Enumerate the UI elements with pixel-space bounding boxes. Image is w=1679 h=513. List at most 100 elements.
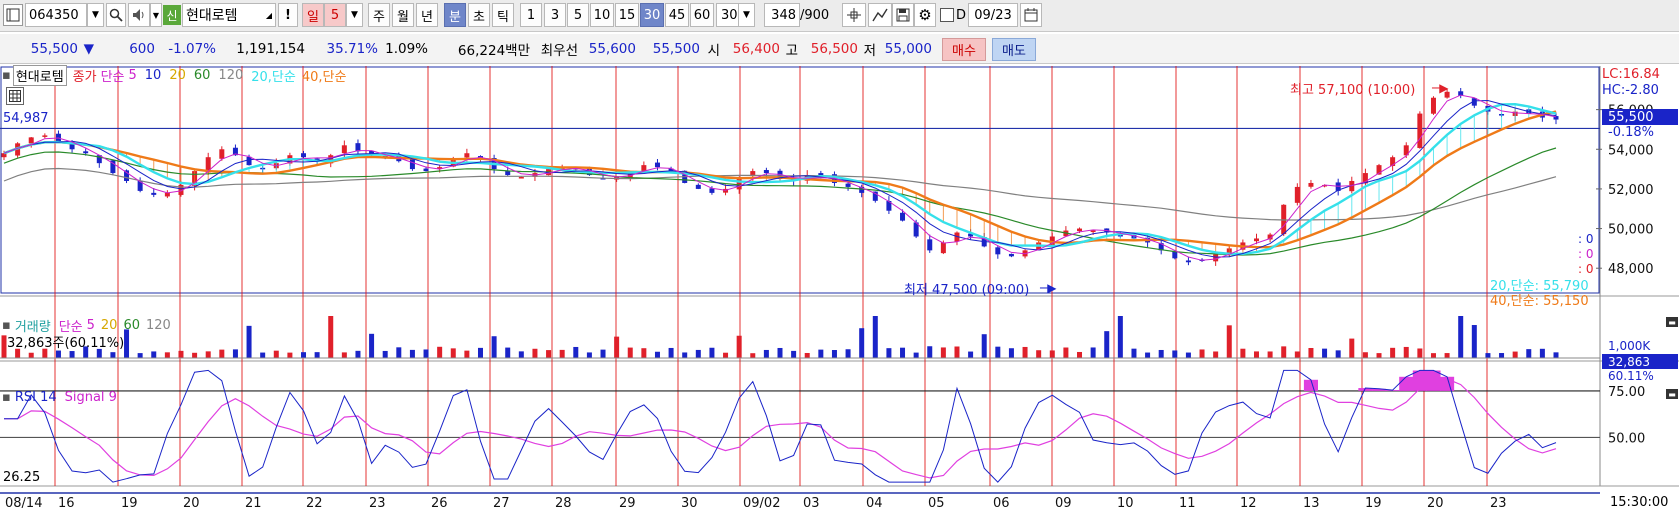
volume-bar — [559, 349, 565, 358]
y-tick-label: 52,000 — [1608, 183, 1654, 198]
period-second-button[interactable]: 초 — [468, 3, 490, 27]
period-dropdown-icon[interactable]: ▼ — [346, 3, 363, 27]
rsi-signal-label: Signal 9 — [64, 389, 117, 405]
volume-bar — [1172, 350, 1178, 358]
volume-bar — [940, 347, 946, 358]
volume-bar — [654, 351, 660, 358]
volume-bar — [1376, 353, 1382, 358]
volume-bar — [1539, 348, 1545, 358]
volume-bar — [954, 346, 960, 358]
period-day-button[interactable]: 일 — [302, 3, 324, 27]
volume-marker-icon: ▪ — [2, 317, 11, 333]
interval-3-button[interactable]: 3 — [544, 3, 566, 27]
candle-body — [1253, 238, 1259, 242]
candle-body — [341, 145, 347, 154]
volume-bar — [1553, 352, 1559, 358]
volume-bar — [382, 350, 388, 358]
save-icon[interactable] — [892, 3, 914, 27]
candle-body — [1008, 253, 1014, 257]
volume-bar — [1417, 348, 1423, 358]
sell-button[interactable]: 매도 — [992, 38, 1036, 61]
interval-dropdown-icon[interactable]: ▼ — [738, 3, 755, 27]
buy-button[interactable]: 매수 — [942, 38, 986, 61]
volume-bar — [913, 352, 919, 358]
settings-gear-icon[interactable]: ⚙ — [914, 3, 936, 27]
chart-type-icon[interactable] — [3, 4, 23, 26]
legend-env40: 40,단순 — [301, 70, 347, 85]
period-week-button[interactable]: 주 — [368, 3, 390, 27]
legend-grid-icon[interactable] — [6, 87, 24, 105]
candle-body — [763, 170, 769, 174]
calendar-icon[interactable] — [1020, 3, 1042, 27]
date-input[interactable]: 09/23 — [968, 3, 1018, 27]
volume-bar — [477, 347, 483, 358]
stock-code-input[interactable]: 064350 — [25, 3, 87, 27]
x-tick-label: 27 — [493, 496, 510, 511]
volume-bar — [1145, 352, 1151, 358]
volume-bar — [1253, 351, 1259, 358]
volume-bar — [1, 335, 7, 358]
volume-bar — [532, 348, 538, 358]
search-icon[interactable] — [106, 3, 126, 27]
candle-body — [1077, 228, 1083, 232]
interval-30-button[interactable]: 30 — [640, 3, 664, 27]
x-tick-label: 22 — [306, 496, 323, 511]
volume-bar — [232, 349, 238, 358]
interval-15-button[interactable]: 15 — [615, 3, 639, 27]
speaker-icon[interactable] — [128, 3, 150, 27]
period-minute-button[interactable]: 분 — [444, 3, 466, 27]
count-input[interactable]: 348 — [764, 3, 800, 27]
stock-name-dropdown-icon[interactable]: ◢ — [262, 3, 276, 27]
rsi-left-value: 26.25 — [3, 469, 41, 485]
volume-panel-close-icon[interactable]: ▬ — [1666, 317, 1678, 327]
volume-bar — [205, 351, 211, 358]
date-checkbox[interactable] — [940, 8, 954, 22]
interval-45-button[interactable]: 45 — [665, 3, 689, 27]
volume-bar — [1499, 353, 1505, 358]
volume-bar — [763, 349, 769, 358]
volume-bar — [341, 352, 347, 358]
volume-bar — [1213, 351, 1219, 358]
open-label: 시 — [707, 43, 720, 59]
volume-bar — [709, 347, 715, 358]
legend-ma5: 5 — [128, 68, 137, 83]
interval-5-button[interactable]: 5 — [567, 3, 589, 27]
x-tick-label: 10 — [1117, 496, 1134, 511]
y-tick-label: 50,000 — [1608, 223, 1654, 238]
volume-bar — [124, 329, 130, 358]
volume-bar — [287, 352, 293, 358]
rsi-panel-close-icon[interactable]: ▬ — [1666, 389, 1678, 399]
period-month-button[interactable]: 월 — [392, 3, 414, 27]
candle-body — [1430, 97, 1436, 114]
volume-bar — [1390, 347, 1396, 358]
volume-bar — [1104, 331, 1110, 358]
stock-code-dropdown-icon[interactable]: ▼ — [87, 3, 104, 27]
price-chart-area[interactable]: 75.00 50.00 08/14 16 19 20 21 22 23 26 27 28 29 30 09… — [0, 66, 1679, 513]
volume-bar — [1294, 351, 1300, 358]
volume-bar — [260, 352, 266, 358]
alert-button[interactable]: ! — [278, 3, 298, 27]
speaker-dropdown-icon[interactable]: ▼ — [150, 3, 162, 27]
interval-1-button[interactable]: 1 — [520, 3, 542, 27]
candle-body — [1090, 230, 1096, 233]
x-tick-label: 23 — [369, 496, 386, 511]
candle-body — [695, 184, 701, 189]
rsi-level-label: 50.00 — [1608, 431, 1645, 446]
trendline-icon[interactable] — [868, 3, 892, 27]
trade-volume: 1,191,154 — [236, 41, 305, 57]
crosshair-icon[interactable] — [842, 3, 866, 27]
legend-stock-name[interactable]: 현대로템 — [12, 65, 67, 86]
volume-bar — [1158, 349, 1164, 358]
volume-bar — [1022, 346, 1028, 358]
x-tick-label: 13 — [1303, 496, 1320, 511]
period-value-field[interactable]: 5 — [324, 3, 346, 27]
candle-body — [900, 212, 906, 221]
interval-10-button[interactable]: 10 — [590, 3, 614, 27]
legend-marker-icon: ▪ — [2, 68, 11, 83]
period-year-button[interactable]: 년 — [416, 3, 438, 27]
volume-bar — [314, 352, 320, 358]
rsi-legend: ▪ RSI 14 Signal 9 — [2, 389, 117, 405]
period-tick-button[interactable]: 틱 — [492, 3, 514, 27]
interval-60-button[interactable]: 60 — [690, 3, 714, 27]
volume-bar — [900, 347, 906, 358]
